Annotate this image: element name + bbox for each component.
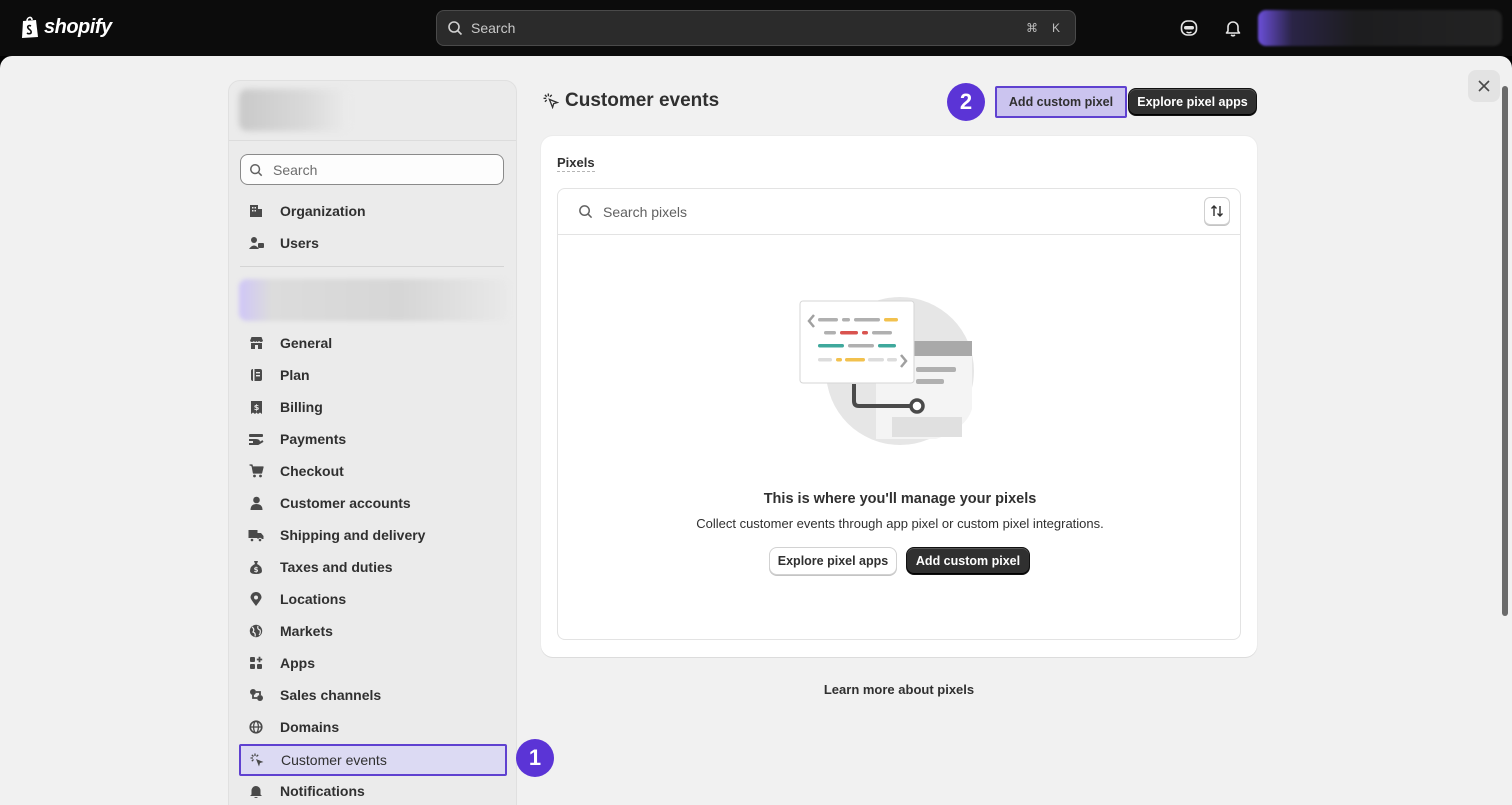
close-icon xyxy=(1478,80,1490,92)
empty-state-title: This is where you'll manage your pixels xyxy=(763,491,1037,507)
sidebar-item-checkout[interactable]: Checkout xyxy=(240,456,506,486)
search-icon xyxy=(250,163,263,176)
cart-icon xyxy=(248,463,264,479)
sidebar-item-label: Customer events xyxy=(281,752,387,768)
sidebar-item-label: Markets xyxy=(280,623,333,639)
sidebar-item-taxes[interactable]: $ Taxes and duties xyxy=(240,552,506,582)
domain-icon xyxy=(248,719,264,735)
cursor-click-icon xyxy=(249,752,265,768)
logo-text: shopify xyxy=(44,15,112,38)
step-badge-2: 2 xyxy=(947,83,985,121)
pixel-search-placeholder: Search pixels xyxy=(603,203,688,220)
close-button[interactable] xyxy=(1468,70,1500,102)
location-icon xyxy=(248,591,264,607)
settings-modal: Search Organization Users General Plan $… xyxy=(0,56,1512,805)
sort-button[interactable] xyxy=(1204,197,1230,225)
sidebar-item-label: Plan xyxy=(280,367,310,383)
sidebar-item-users[interactable]: Users xyxy=(240,228,506,258)
sidebar-search-input[interactable]: Search xyxy=(240,154,504,185)
apps-icon xyxy=(248,655,264,671)
global-search-placeholder: Search xyxy=(471,20,516,36)
explore-pixel-apps-button[interactable]: Explore pixel apps xyxy=(1128,88,1257,116)
sidebar-item-sales-channels[interactable]: Sales channels xyxy=(240,680,506,710)
tax-icon: $ xyxy=(248,559,264,575)
pixel-search-input[interactable]: Search pixels xyxy=(558,189,1240,235)
store-selector[interactable] xyxy=(239,279,509,321)
sidebar-item-apps[interactable]: Apps xyxy=(240,648,506,678)
page-title-text: Customer events xyxy=(565,90,720,111)
empty-add-custom-pixel-button[interactable]: Add custom pixel xyxy=(906,547,1030,575)
sidebar-item-plan[interactable]: Plan xyxy=(240,360,506,390)
sidebar-item-label: General xyxy=(280,335,333,351)
shopify-bag-icon xyxy=(22,16,38,38)
sidebar-item-domains[interactable]: Domains xyxy=(240,712,506,742)
search-icon xyxy=(448,21,463,36)
svg-text:$: $ xyxy=(253,403,259,412)
sidebar-item-label: Customer accounts xyxy=(280,495,411,511)
sidebar-item-label: Taxes and duties xyxy=(280,559,393,575)
scrollbar[interactable] xyxy=(1502,86,1508,616)
sidebar-item-customer-accounts[interactable]: Customer accounts xyxy=(240,488,506,518)
sidebar-item-billing[interactable]: $ Billing xyxy=(240,392,506,422)
shopify-logo[interactable]: shopify xyxy=(20,15,112,39)
sidebar-item-payments[interactable]: Payments xyxy=(240,424,506,454)
sidebar-item-label: Locations xyxy=(280,591,347,607)
sidebar-divider xyxy=(240,266,504,267)
sidebar-item-label: Payments xyxy=(280,431,347,447)
sidebar-item-label: Checkout xyxy=(280,463,344,479)
plan-icon xyxy=(248,367,264,383)
sidebar-item-customer-events[interactable]: Customer events xyxy=(239,744,507,776)
learn-more-link[interactable]: Learn more about pixels xyxy=(541,682,1257,697)
empty-explore-pixel-apps-button[interactable]: Explore pixel apps xyxy=(769,547,897,575)
sidebar-item-label: Sales channels xyxy=(280,687,382,703)
sidebar-item-markets[interactable]: Markets xyxy=(240,616,506,646)
shortcut-cmd: ⌘ xyxy=(1026,21,1038,35)
sidebar-item-notifications[interactable]: Notifications xyxy=(240,776,506,805)
store-header[interactable] xyxy=(229,81,516,141)
empty-state-subtitle: Collect customer events through app pixe… xyxy=(696,516,1104,531)
sidekick-icon[interactable] xyxy=(1179,18,1199,38)
users-icon xyxy=(248,235,264,251)
sidebar-item-locations[interactable]: Locations xyxy=(240,584,506,614)
step-badge-1: 1 xyxy=(516,739,554,777)
top-bar: shopify Search ⌘ K xyxy=(0,0,1512,56)
global-search[interactable]: Search ⌘ K xyxy=(436,10,1076,46)
sidebar-item-label: Apps xyxy=(280,655,315,671)
sidebar-item-label: Shipping and delivery xyxy=(280,527,426,543)
payments-icon xyxy=(248,431,264,447)
person-icon xyxy=(248,495,264,511)
bell-icon xyxy=(248,783,264,799)
sidebar-item-organization[interactable]: Organization xyxy=(240,196,506,226)
pixels-card-title: Pixels xyxy=(557,155,595,172)
bell-icon[interactable] xyxy=(1223,18,1243,38)
cursor-click-icon xyxy=(543,93,559,109)
building-icon xyxy=(248,203,264,219)
page-title: Customer events xyxy=(543,90,719,112)
billing-icon: $ xyxy=(248,399,264,415)
sort-icon xyxy=(1211,205,1223,217)
sidebar-search-placeholder: Search xyxy=(273,161,318,178)
sidebar-item-shipping[interactable]: Shipping and delivery xyxy=(240,520,506,550)
sidebar-item-label: Organization xyxy=(280,203,366,219)
account-menu[interactable] xyxy=(1258,10,1502,46)
add-custom-pixel-button[interactable]: Add custom pixel xyxy=(995,86,1127,118)
sidebar-item-label: Billing xyxy=(280,399,323,415)
sidebar-item-label: Domains xyxy=(280,719,340,735)
pixels-empty-illustration xyxy=(799,297,974,445)
channels-icon xyxy=(248,687,264,703)
truck-icon xyxy=(248,527,264,543)
settings-sidebar: Search Organization Users General Plan $… xyxy=(228,80,517,805)
sidebar-item-general[interactable]: General xyxy=(240,328,506,358)
sidebar-item-label: Users xyxy=(280,235,319,251)
globe-icon xyxy=(248,623,264,639)
pixels-list: Search pixels This is where you'll manag… xyxy=(557,188,1241,640)
svg-text:$: $ xyxy=(254,566,259,574)
search-icon xyxy=(579,205,593,219)
store-logo xyxy=(239,89,349,131)
pixels-card: Pixels Search pixels This is where you'l… xyxy=(541,136,1257,657)
store-icon xyxy=(248,335,264,351)
shortcut-key: K xyxy=(1051,21,1060,35)
sidebar-item-label: Notifications xyxy=(280,783,365,799)
